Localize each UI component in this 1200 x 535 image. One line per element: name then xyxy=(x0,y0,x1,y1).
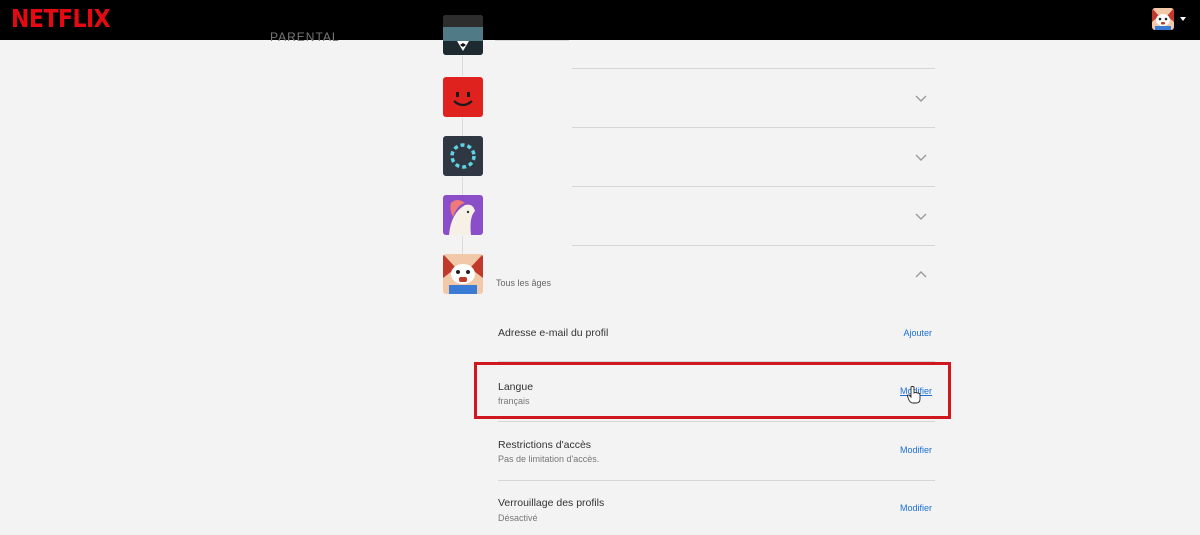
chevron-down-icon[interactable] xyxy=(914,152,928,162)
profile-divider xyxy=(572,127,935,128)
section-label-cut-off: PARENTAL xyxy=(270,30,340,44)
profile-divider xyxy=(495,40,569,41)
profile-connector xyxy=(462,236,463,254)
profile-connector xyxy=(462,56,463,76)
chevron-up-icon[interactable] xyxy=(914,270,928,280)
chevron-down-icon[interactable] xyxy=(914,211,928,221)
edit-access-link[interactable]: Modifier xyxy=(900,445,932,455)
profile-maturity-label: Tous les âges xyxy=(496,278,552,288)
highlight-box xyxy=(474,362,951,419)
top-navigation-bar: NETFLIX xyxy=(0,0,1200,40)
chevron-down-icon[interactable] xyxy=(914,93,928,103)
aggretsuko-avatar-icon[interactable] xyxy=(443,254,483,294)
profile-connector xyxy=(462,118,463,136)
tuxedo-avatar-icon[interactable] xyxy=(443,15,483,55)
setting-title-lock: Verrouillage des profils xyxy=(498,497,605,509)
caret-down-icon[interactable] xyxy=(1180,17,1186,21)
netflix-logo[interactable]: NETFLIX xyxy=(11,5,111,34)
unicorn-avatar-icon[interactable] xyxy=(443,195,483,235)
setting-value-access: Pas de limitation d'accès. xyxy=(498,454,600,464)
profile-connector xyxy=(462,177,463,195)
aggretsuko-avatar-icon[interactable] xyxy=(1152,8,1174,30)
loading-circle-avatar-icon[interactable] xyxy=(443,136,483,176)
setting-value-lock: Désactivé xyxy=(498,513,538,523)
setting-title-email: Adresse e-mail du profil xyxy=(498,327,609,339)
profile-divider xyxy=(572,186,935,187)
setting-divider xyxy=(498,421,935,422)
red-smiley-avatar-icon[interactable] xyxy=(443,77,483,117)
hand-cursor-icon xyxy=(907,386,921,404)
profile-divider xyxy=(572,245,935,246)
profile-divider xyxy=(572,68,935,69)
account-menu[interactable] xyxy=(1152,8,1186,30)
setting-title-access: Restrictions d'accès xyxy=(498,439,592,451)
edit-lock-link[interactable]: Modifier xyxy=(900,503,932,513)
setting-divider xyxy=(498,480,935,481)
add-email-link[interactable]: Ajouter xyxy=(903,328,932,338)
